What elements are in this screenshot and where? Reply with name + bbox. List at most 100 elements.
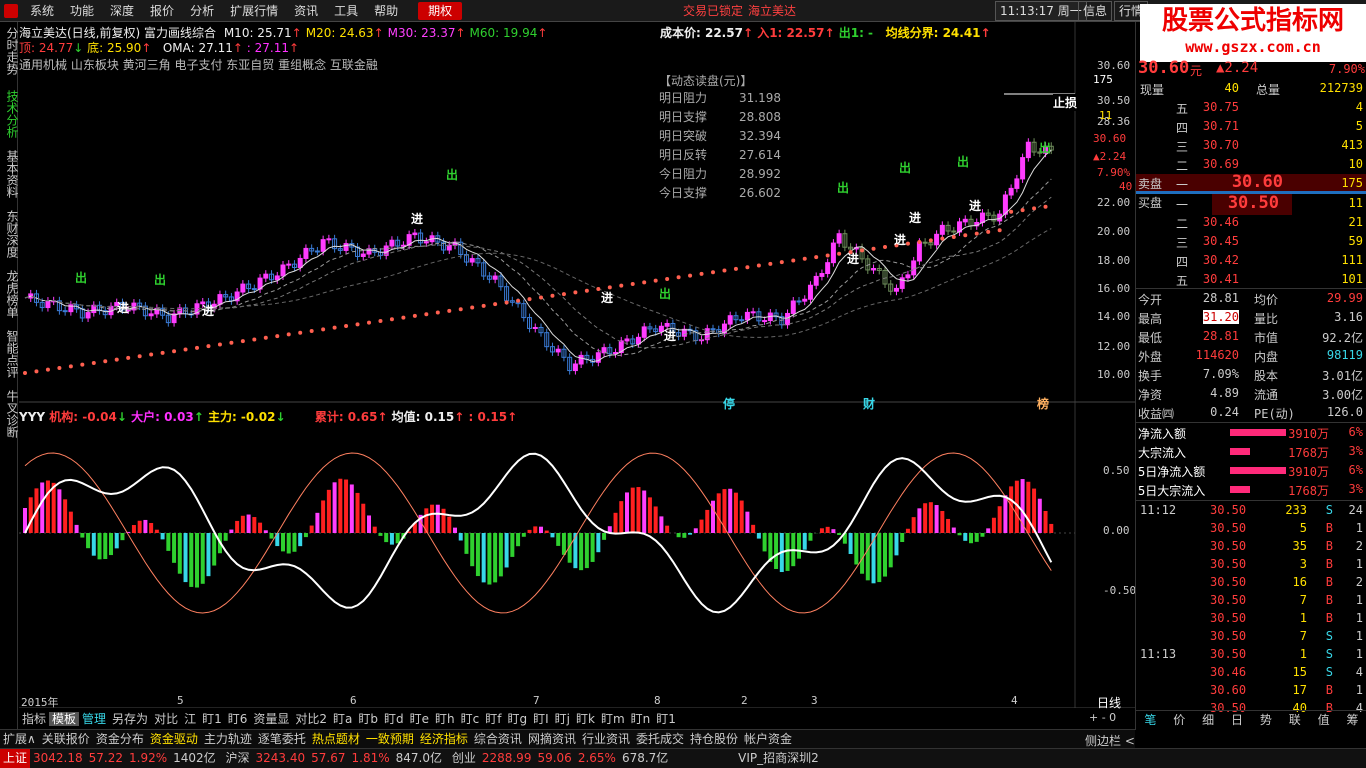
indicator-tab-7[interactable]: 盯6 [225,712,251,726]
menu-item-3[interactable]: 报价 [142,0,182,22]
indicator-tab-0[interactable]: 指标 [19,712,49,726]
quote-tab-1[interactable]: 价 [1173,711,1185,730]
shanghai-label[interactable]: 上证 [0,749,31,768]
menu-item-2[interactable]: 深度 [102,0,142,22]
menu-item-7[interactable]: 工具 [326,0,366,22]
entry-marker: 进 [411,211,423,226]
indicator-tab-15[interactable]: 盯c [458,712,483,726]
top-value: 顶: 24.77 [19,41,74,55]
indicator-bar [837,533,842,536]
menu-item-8[interactable]: 帮助 [366,0,406,22]
indicator-bar [946,518,951,533]
chinext-label[interactable]: 创业 [449,749,479,768]
function-tab-0[interactable]: 扩展∧ [0,732,39,746]
function-tab-12[interactable]: 委托成交 [633,732,687,746]
function-tab-9[interactable]: 综合资讯 [471,732,525,746]
support-dot [80,362,85,367]
support-dot [424,312,429,317]
indicator-tab-8[interactable]: 资量显 [250,712,292,726]
indicator-tab-5[interactable]: 江 [181,712,199,726]
quote-tab-0[interactable]: 笔 [1144,711,1156,730]
function-tab-7[interactable]: 一致预期 [363,732,417,746]
indicator-bar [550,533,555,538]
indicator-tab-6[interactable]: 盯1 [199,712,225,726]
indicator-tab-11[interactable]: 盯b [355,712,381,726]
sidebar-tab-4[interactable]: 龙虎榜单 [0,270,19,318]
support-dot [860,248,865,253]
time-axis-label: 6 [350,694,357,707]
function-tab-13[interactable]: 持仓股份 [687,732,741,746]
function-tab-4[interactable]: 主力轨迹 [201,732,255,746]
quote-row: 30.50 7 S 1 [1136,627,1366,645]
indicator-tab-14[interactable]: 盯h [432,712,458,726]
quote-row: 大宗流入 1768万 3% [1136,442,1366,461]
indicator-tab-12[interactable]: 盯d [381,712,407,726]
sidebar-tab-6[interactable]: 牛叉诊断 [0,390,19,438]
sidebar-tab-1[interactable]: 技术分析 [0,90,19,138]
menu-item-1[interactable]: 功能 [62,0,102,22]
quote-tab-6[interactable]: 值 [1318,711,1330,730]
indicator-tab-2[interactable]: 管理 [79,712,109,726]
sidebar-toggle[interactable]: 侧边栏 < [1085,732,1135,748]
menu-item-5[interactable]: 扩展行情 [222,0,286,22]
indicator-tab-1[interactable]: 模板 [49,712,80,726]
support-dot [321,327,326,332]
function-tab-3[interactable]: 资金驱动 [147,732,201,746]
kline-chart[interactable]: 进进进进进进进进进出 出出出出出 出出停财榜 [19,22,1135,708]
stat-value: 126.0 [1326,405,1363,419]
indicator-tab-20[interactable]: 盯k [573,712,598,726]
chart-area[interactable]: 进进进进进进进进进出出出出出出出出停财榜 海立美达(日线,前复权) 富力画线综合… [19,22,1136,711]
sidebar-tab-5[interactable]: 智能点评 [0,330,19,378]
indicator-tab-19[interactable]: 盯j [552,712,573,726]
function-tab-5[interactable]: 逐笔委托 [255,732,309,746]
stat-label: 净资 [1138,388,1163,402]
indicator-tab-16[interactable]: 盯f [482,712,504,726]
menu-item-4[interactable]: 分析 [182,0,222,22]
indicator-tab-4[interactable]: 对比 [151,712,181,726]
indicator-tab-9[interactable]: 对比2 [292,712,330,726]
zoom-controls[interactable]: + - 0 [1089,711,1116,724]
menu-item-6[interactable]: 资讯 [286,0,326,22]
sidebar-tab-2[interactable]: 基本资料 [0,150,19,198]
menu-item-0[interactable]: 系统 [22,0,62,22]
shenzhen-pct: 1.81% [351,751,390,765]
support-dot [986,229,991,234]
function-tab-10[interactable]: 网摘资讯 [525,732,579,746]
quote-tab-4[interactable]: 势 [1260,711,1272,730]
sidebar-tab-0[interactable]: 分时走势 [0,27,19,75]
time-axis-label: 2015年 [21,696,59,709]
quote-tab-5[interactable]: 联 [1289,711,1301,730]
flow-value: 1768万 [1288,446,1329,460]
function-tab-6[interactable]: 热点题材 [309,732,363,746]
function-tab-14[interactable]: 帐户资金 [741,732,795,746]
info-button[interactable]: 信息 [1078,0,1113,21]
indicator-tab-22[interactable]: 盯n [628,712,654,726]
indicator-tab-3[interactable]: 另存为 [109,712,151,726]
sell-volume: 10 [1348,157,1363,171]
indicator-bar [303,533,308,538]
shenzhen-label[interactable]: 沪深 [223,749,253,768]
indicator-tab-13[interactable]: 盯e [407,712,432,726]
indicator-bar [986,528,991,533]
indicator-tab-21[interactable]: 盯m [598,712,628,726]
sidebar-tab-3[interactable]: 东财深度 [0,210,19,258]
support-dot [172,349,177,354]
indicator-tab-23[interactable]: 盯1 [653,712,679,726]
quote-tab-3[interactable]: 日 [1231,711,1243,730]
indicator-tab-18[interactable]: 盯I [530,712,552,726]
period-selector[interactable]: 日线 [1097,694,1121,711]
candle-body [871,267,877,271]
stat-label: PE(动) [1254,407,1295,421]
quote-tab-2[interactable]: 细 [1202,711,1214,730]
indicator-bar [326,489,331,533]
function-tab-2[interactable]: 资金分布 [93,732,147,746]
indicator-bar [539,526,543,533]
function-tab-11[interactable]: 行业资讯 [579,732,633,746]
concept-tags[interactable]: 通用机械 山东板块 黄河三角 电子支付 东亚自贸 重组概念 互联金融 [19,56,378,73]
indicator-tab-17[interactable]: 盯g [504,712,530,726]
function-tab-1[interactable]: 关联报价 [39,732,93,746]
indicator-tab-10[interactable]: 盯a [330,712,355,726]
function-tab-8[interactable]: 经济指标 [417,732,471,746]
menu-option[interactable]: 期权 [418,1,463,20]
quote-tab-7[interactable]: 筹 [1347,711,1359,730]
